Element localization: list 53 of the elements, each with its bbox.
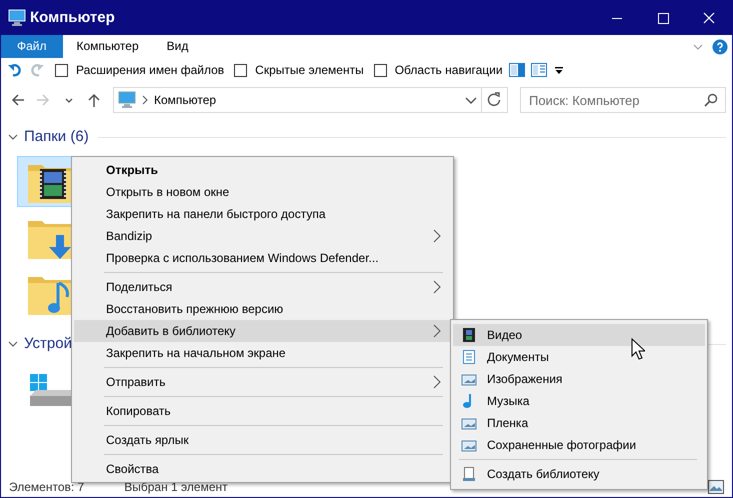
menu-item[interactable]: Копировать	[74, 400, 451, 422]
search-icon[interactable]	[704, 93, 718, 107]
menu-item[interactable]: Восстановить прежнюю версию	[74, 298, 451, 320]
chevron-right-icon	[433, 229, 441, 243]
chevron-right-icon	[433, 280, 441, 294]
menu-item[interactable]: Музыка	[453, 390, 705, 412]
help-icon[interactable]	[712, 38, 728, 54]
menu-item[interactable]: Добавить в библиотеку	[74, 320, 451, 342]
menu-item[interactable]: Создать ярлык	[74, 429, 451, 451]
checkbox[interactable]	[234, 64, 248, 76]
menu-item[interactable]: Открыть в новом окне	[74, 181, 451, 203]
status-text: Элементов: 7	[9, 479, 84, 496]
ribbon-tab[interactable]: Файл	[1, 35, 63, 58]
library-icon	[461, 466, 477, 482]
menu-item[interactable]: Изображения	[453, 368, 705, 390]
checkbox[interactable]	[374, 64, 387, 76]
large-icons-view-icon[interactable]	[708, 480, 724, 494]
undo-icon[interactable]	[7, 62, 23, 78]
menu-item[interactable]: Сохраненные фотографии	[453, 434, 705, 456]
menu-item[interactable]: Открыть	[74, 159, 451, 181]
group-header[interactable]: Папки (6)	[24, 126, 89, 148]
menu-item[interactable]: Видео	[453, 324, 705, 346]
computer-icon	[118, 91, 136, 109]
document-icon	[461, 349, 477, 365]
chevron-right-icon	[433, 324, 441, 338]
menu-item[interactable]: Создать библиотеку	[453, 463, 705, 485]
dropdown-icon[interactable]	[552, 64, 565, 76]
address-text: Компьютер	[154, 92, 216, 109]
window-title: Компьютер	[30, 8, 115, 28]
details-pane-icon[interactable]	[530, 63, 547, 77]
address-bar[interactable]: Компьютер	[113, 87, 508, 113]
checkbox[interactable]	[55, 64, 68, 76]
computer-icon	[8, 9, 26, 27]
checkbox-label: Расширения имен файлов	[76, 62, 224, 79]
search-field[interactable]: Поиск: Компьютер	[520, 87, 726, 113]
preview-pane-icon[interactable]	[508, 63, 525, 77]
menu-item[interactable]: Закрепить на начальном экране	[74, 342, 451, 364]
menu-item[interactable]: Документы	[453, 346, 705, 368]
cursor-icon	[631, 338, 645, 360]
video-icon	[461, 327, 477, 343]
menu-item[interactable]: Свойства	[74, 458, 451, 480]
chevron-right-icon	[141, 95, 149, 105]
status-text: Выбран 1 элемент	[124, 479, 228, 496]
checkbox-label: Скрытые элементы	[255, 62, 364, 79]
checkbox-label: Область навигации	[394, 62, 503, 79]
menu-item[interactable]: Поделиться	[74, 276, 451, 298]
group-header[interactable]: Устрой	[24, 332, 72, 356]
chevron-right-icon	[433, 375, 441, 389]
menu-item[interactable]: Пленка	[453, 412, 705, 434]
menu-item[interactable]: Отправить	[74, 371, 451, 393]
menu-item[interactable]: Bandizip	[74, 225, 451, 247]
menu-item[interactable]: Закрепить на панели быстрого доступа	[74, 203, 451, 225]
menu-item[interactable]: Проверка с использованием Windows Defender...	[74, 247, 451, 269]
